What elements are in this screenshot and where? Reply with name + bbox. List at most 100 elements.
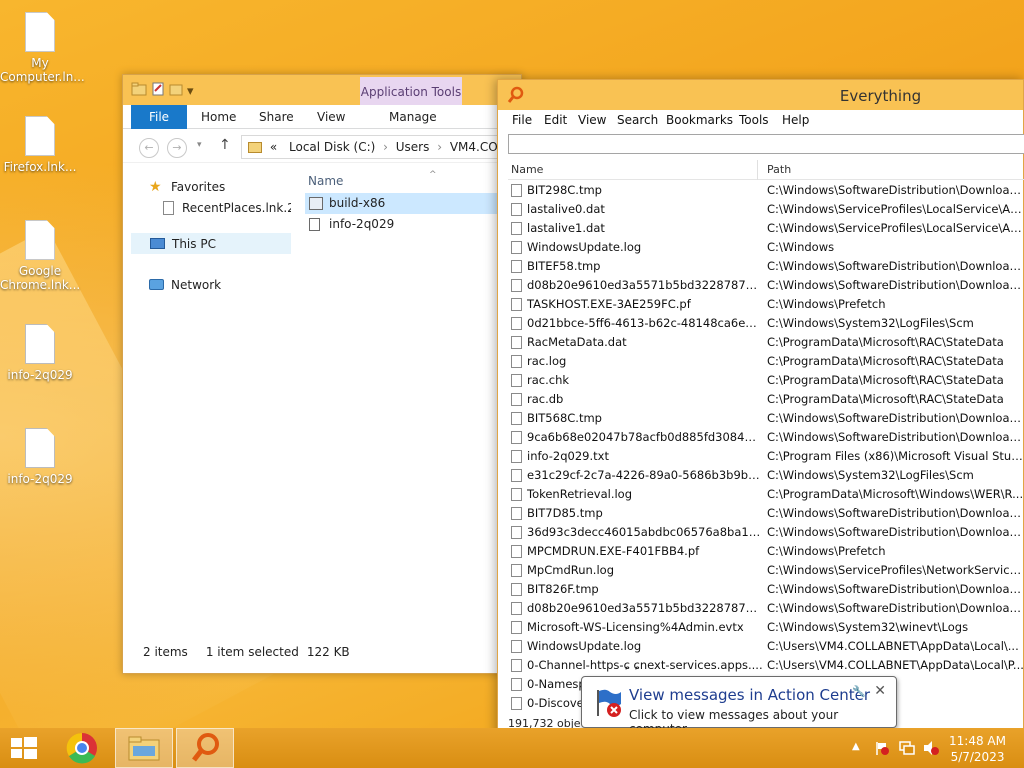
result-row[interactable]: BIT568C.tmp C:\Windows\SoftwareDistributi… bbox=[508, 409, 1024, 428]
status-selected: 1 item selected bbox=[205, 645, 299, 659]
result-row[interactable]: lastalive0.dat C:\Windows\ServiceProfiles… bbox=[508, 200, 1024, 219]
forward-button[interactable]: → bbox=[167, 138, 187, 158]
nav-favorites[interactable]: ★ Favorites bbox=[131, 177, 291, 198]
address-bar[interactable]: « Local Disk (C:) › Users › VM4.COLLAB bbox=[241, 135, 523, 159]
menu-help[interactable]: Help bbox=[782, 113, 809, 127]
recent-locations-icon[interactable]: ▾ bbox=[197, 140, 202, 150]
result-row[interactable]: 9ca6b68e02047b78acfb0d885fd3084e1f06d...… bbox=[508, 428, 1024, 447]
close-button[interactable]: ✕ bbox=[874, 683, 886, 699]
explorer-titlebar[interactable]: ▾ Application Tools bbox=[123, 75, 521, 105]
properties-icon[interactable] bbox=[151, 82, 165, 100]
file-icon bbox=[511, 336, 522, 349]
show-hidden-icons[interactable]: ▲ bbox=[852, 741, 860, 752]
action-center-balloon[interactable]: View messages in Action Center Click to … bbox=[581, 676, 897, 736]
start-button[interactable] bbox=[0, 728, 48, 768]
chevron-down-icon[interactable]: ▾ bbox=[187, 84, 194, 99]
menu-view[interactable]: View bbox=[578, 113, 606, 127]
result-row[interactable]: BITEF58.tmp C:\Windows\SoftwareDistributi… bbox=[508, 257, 1024, 276]
result-row[interactable]: 36d93c3decc46015abdbc06576a8ba156427... C… bbox=[508, 523, 1024, 542]
menu-edit[interactable]: Edit bbox=[544, 113, 567, 127]
menu-file[interactable]: File bbox=[512, 113, 532, 127]
result-name: rac.chk bbox=[527, 373, 570, 387]
folder-icon[interactable] bbox=[131, 82, 147, 100]
result-path: C:\Windows\System32\LogFiles\Scm bbox=[767, 316, 974, 330]
result-row[interactable]: TokenRetrieval.log C:\ProgramData\Microso… bbox=[508, 485, 1024, 504]
taskbar-everything[interactable] bbox=[176, 728, 234, 768]
new-folder-icon[interactable] bbox=[169, 82, 183, 100]
result-row[interactable]: e31c29cf-2c7a-4226-89a0-5686b3b9b2f9 C:\W… bbox=[508, 466, 1024, 485]
result-row[interactable]: BIT7D85.tmp C:\Windows\SoftwareDistributi… bbox=[508, 504, 1024, 523]
file-icon bbox=[511, 374, 522, 387]
result-row[interactable]: MPCMDRUN.EXE-F401FBB4.pf C:\Windows\Prefe… bbox=[508, 542, 1024, 561]
result-row[interactable]: d08b20e9610ed3a5571b5bd322878716fab4... C… bbox=[508, 276, 1024, 295]
ribbon-tabs: File Home Share View Manage bbox=[123, 105, 521, 129]
volume-muted-icon[interactable] bbox=[922, 740, 940, 759]
tab-share[interactable]: Share bbox=[259, 105, 294, 129]
back-button[interactable]: ← bbox=[139, 138, 159, 158]
result-row[interactable]: rac.chk C:\ProgramData\Microsoft\RAC\Stat… bbox=[508, 371, 1024, 390]
result-path: C:\Windows\Prefetch bbox=[767, 544, 886, 558]
address-part-local-disk[interactable]: Local Disk (C:) bbox=[289, 140, 375, 154]
result-row[interactable]: WindowsUpdate.log C:\Windows bbox=[508, 238, 1024, 257]
system-clock[interactable]: 11:48 AM 5/7/2023 bbox=[949, 733, 1006, 765]
taskbar-chrome[interactable] bbox=[54, 728, 112, 768]
file-icon bbox=[25, 116, 55, 156]
result-row[interactable]: rac.db C:\ProgramData\Microsoft\RAC\State… bbox=[508, 390, 1024, 409]
result-row[interactable]: MpCmdRun.log C:\Windows\ServiceProfiles\N… bbox=[508, 561, 1024, 580]
result-row[interactable]: d08b20e9610ed3a5571b5bd322878716fab4... C… bbox=[508, 599, 1024, 618]
search-input[interactable] bbox=[508, 134, 1024, 154]
result-row[interactable]: Microsoft-WS-Licensing%4Admin.evtx C:\Win… bbox=[508, 618, 1024, 637]
explorer-window[interactable]: ▾ Application Tools File Home Share View… bbox=[122, 74, 523, 674]
nav-this-pc[interactable]: This PC bbox=[131, 233, 291, 254]
everything-titlebar[interactable]: Everything bbox=[498, 80, 1023, 110]
file-icon bbox=[511, 355, 522, 368]
desktop-icon-firefox[interactable]: Firefox.lnk... bbox=[0, 116, 80, 174]
column-divider[interactable] bbox=[757, 160, 758, 180]
everything-window[interactable]: Everything File Edit View Search Bookmar… bbox=[497, 79, 1024, 741]
result-row[interactable]: 0d21bbce-5ff6-4613-b62c-48148ca6eaa1 C:\W… bbox=[508, 314, 1024, 333]
chrome-icon bbox=[66, 732, 97, 764]
address-part-users[interactable]: Users bbox=[396, 140, 430, 154]
column-header-path[interactable]: Path bbox=[767, 163, 791, 176]
up-arrow-icon[interactable]: ↑ bbox=[219, 137, 231, 153]
file-row-info[interactable]: info-2q029 bbox=[305, 214, 523, 235]
result-row[interactable]: TASKHOST.EXE-3AE259FC.pf C:\Windows\Prefe… bbox=[508, 295, 1024, 314]
tab-home[interactable]: Home bbox=[201, 105, 236, 129]
nav-network[interactable]: Network bbox=[131, 275, 291, 296]
menu-search[interactable]: Search bbox=[617, 113, 658, 127]
wrench-icon[interactable]: 🔧 bbox=[852, 685, 866, 698]
desktop-icon-chrome[interactable]: Google Chrome.lnk... bbox=[0, 220, 80, 292]
result-row[interactable]: BIT826F.tmp C:\Windows\SoftwareDistributi… bbox=[508, 580, 1024, 599]
nav-recent-places[interactable]: RecentPlaces.lnk.2q0 bbox=[131, 198, 291, 219]
address-chevron[interactable]: « bbox=[270, 140, 277, 154]
result-path: C:\Windows\SoftwareDistribution\Download… bbox=[767, 183, 1024, 197]
column-header-name[interactable]: Name ^ bbox=[305, 169, 523, 193]
result-row[interactable]: 0-Channel-https-ɕ ɕnext-services.apps...… bbox=[508, 656, 1024, 675]
tab-file[interactable]: File bbox=[131, 105, 187, 129]
result-name: info-2q029.txt bbox=[527, 449, 609, 463]
star-icon: ★ bbox=[149, 179, 162, 195]
result-row[interactable]: rac.log C:\ProgramData\Microsoft\RAC\Stat… bbox=[508, 352, 1024, 371]
folder-icon bbox=[128, 736, 160, 761]
result-row[interactable]: info-2q029.txt C:\Program Files (x86)\Mic… bbox=[508, 447, 1024, 466]
result-row[interactable]: RacMetaData.dat C:\ProgramData\Microsoft\… bbox=[508, 333, 1024, 352]
desktop-icon-info-1[interactable]: info-2q029 bbox=[0, 324, 80, 382]
file-row-build-x86[interactable]: build-x86 bbox=[305, 193, 523, 214]
column-header-name[interactable]: Name bbox=[511, 163, 543, 176]
desktop-icon-my-computer[interactable]: My Computer.ln... bbox=[0, 12, 85, 84]
tab-manage[interactable]: Manage bbox=[389, 105, 437, 129]
action-center-icon[interactable] bbox=[874, 740, 890, 759]
action-center-flag-icon bbox=[592, 686, 624, 718]
file-icon bbox=[25, 12, 55, 52]
tab-view[interactable]: View bbox=[317, 105, 345, 129]
menu-bookmarks[interactable]: Bookmarks bbox=[666, 113, 733, 127]
menu-tools[interactable]: Tools bbox=[739, 113, 769, 127]
result-row[interactable]: lastalive1.dat C:\Windows\ServiceProfiles… bbox=[508, 219, 1024, 238]
result-row[interactable]: BIT298C.tmp C:\Windows\SoftwareDistributi… bbox=[508, 181, 1024, 200]
result-path: C:\ProgramData\Microsoft\RAC\StateData bbox=[767, 392, 1004, 406]
result-name: e31c29cf-2c7a-4226-89a0-5686b3b9b2f9 bbox=[527, 468, 763, 482]
result-row[interactable]: WindowsUpdate.log C:\Users\VM4.COLLABNET\… bbox=[508, 637, 1024, 656]
desktop-icon-info-2[interactable]: info-2q029 bbox=[0, 428, 80, 486]
taskbar-file-explorer[interactable] bbox=[115, 728, 173, 768]
network-icon[interactable] bbox=[898, 740, 916, 759]
